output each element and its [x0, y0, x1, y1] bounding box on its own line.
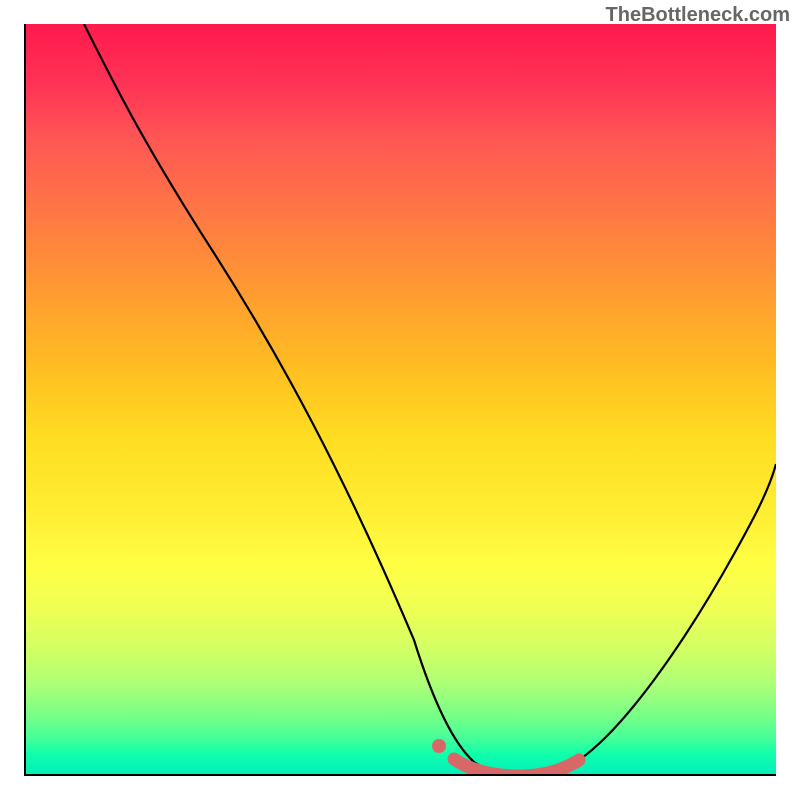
attribution-label: TheBottleneck.com — [606, 4, 790, 27]
x-axis — [24, 774, 776, 776]
plot-gradient-background — [24, 24, 776, 776]
chart-container: TheBottleneck.com — [0, 0, 800, 800]
y-axis — [24, 24, 26, 776]
